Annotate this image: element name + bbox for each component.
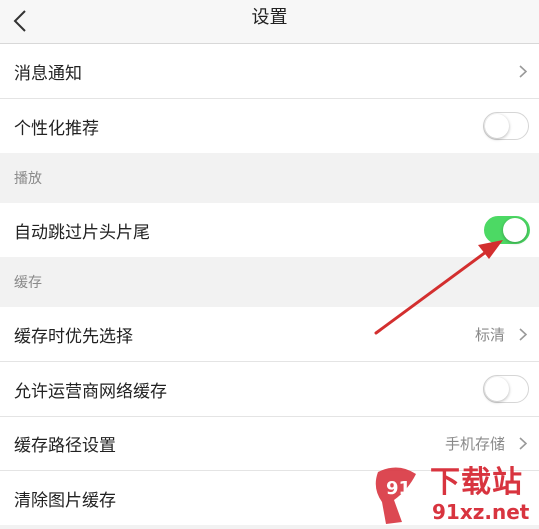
watermark-brand: 下载站 — [430, 465, 523, 500]
chevron-right-icon — [519, 44, 527, 98]
row-label: 个性化推荐 — [14, 118, 99, 139]
watermark-logo-text: 91 — [386, 478, 411, 499]
row-label: 自动跳过片头片尾 — [14, 222, 150, 243]
settings-row-personalized: 个性化推荐 — [0, 99, 539, 153]
personalized-toggle[interactable] — [483, 112, 529, 140]
row-value: 手机存储 — [444, 435, 505, 453]
settings-row-notifications[interactable]: 消息通知 — [0, 44, 539, 98]
row-value: 标清 — [474, 325, 505, 344]
carrier-cache-toggle[interactable] — [483, 375, 529, 403]
chevron-right-icon — [519, 417, 527, 470]
settings-row-cache-path[interactable]: 缓存路径设置 手机存储 — [0, 417, 539, 470]
section-header-playback: 播放 — [0, 154, 539, 202]
watermark-logo: 91 — [375, 467, 416, 524]
toggle-knob — [485, 377, 509, 401]
top-bar: 设置 — [0, 0, 539, 44]
toggle-knob — [503, 218, 527, 242]
settings-row-skip-intro: 自动跳过片头片尾 — [0, 203, 539, 257]
skip-intro-toggle[interactable] — [484, 216, 530, 244]
row-label: 允许运营商网络缓存 — [14, 381, 167, 402]
settings-row-cache-priority[interactable]: 缓存时优先选择 标清 — [0, 307, 539, 361]
toggle-knob — [485, 114, 509, 138]
settings-row-carrier-cache: 允许运营商网络缓存 — [0, 362, 539, 416]
row-label: 缓存路径设置 — [14, 436, 116, 456]
chevron-right-icon — [519, 307, 527, 361]
section-header-cache: 缓存 — [0, 258, 539, 306]
section-title: 缓存 — [14, 275, 42, 291]
watermark-domain: 91xz.net — [432, 500, 530, 524]
row-label: 缓存时优先选择 — [14, 326, 133, 347]
section-title: 播放 — [14, 171, 42, 187]
page-title: 设置 — [251, 7, 288, 28]
row-label: 消息通知 — [14, 63, 82, 84]
row-label: 清除图片缓存 — [14, 490, 116, 511]
